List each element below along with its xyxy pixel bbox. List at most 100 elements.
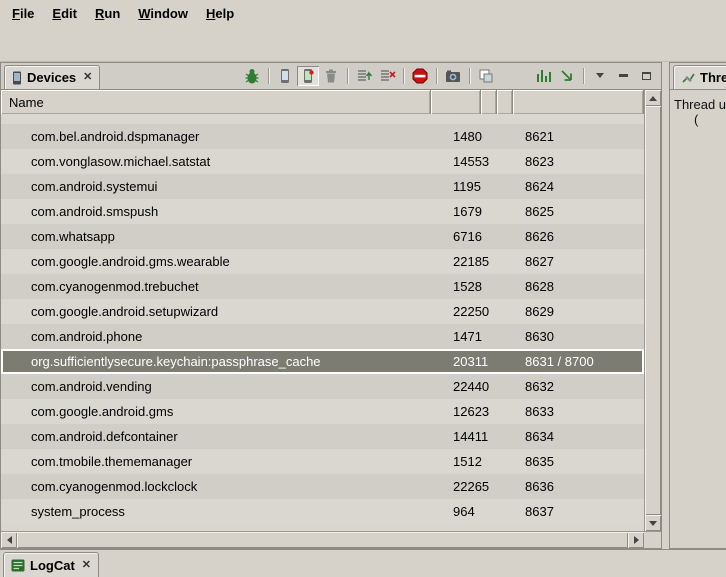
start-method-profiling-button[interactable] [533,66,555,86]
table-row[interactable]: com.cyanogenmod.lockclock 22265 8636 [1,474,644,499]
threads-message-line1: Thread up [670,97,726,112]
menubar: File Edit Run Window Help [0,0,726,26]
process-name: com.google.android.gms [1,404,431,419]
process-name: com.vonglasow.michael.satstat [1,154,431,169]
table-row[interactable]: com.android.systemui 1195 8624 [1,174,644,199]
pane-sash[interactable] [662,62,669,549]
process-pid: 22250 [453,304,489,319]
toolbar-separator [347,68,348,84]
process-name: com.android.defcontainer [1,429,431,444]
process-port: 8630 [525,329,554,344]
table-row[interactable]: com.android.smspush 1679 8625 [1,199,644,224]
tab-devices-label: Devices [27,70,76,85]
close-icon[interactable]: ✕ [82,560,91,571]
table-row[interactable]: com.cyanogenmod.trebuchet 1528 8628 [1,274,644,299]
column-header-a[interactable] [481,90,497,114]
tab-threads[interactable]: Threads [673,65,726,89]
screen-capture-button[interactable] [442,66,464,86]
network-statistics-button[interactable] [556,66,578,86]
devices-toolbar [241,62,661,89]
dump-view-hierarchy-button[interactable] [475,66,497,86]
stop-process-button[interactable] [409,66,431,86]
toolbar-separator [583,68,584,84]
arrow-down-icon [649,521,657,526]
table-row[interactable]: system_process 964 8637 [1,499,644,524]
horizontal-scrollbar[interactable] [1,531,661,548]
maximize-icon [642,72,651,80]
process-name: com.android.phone [1,329,431,344]
process-pid: 14553 [453,154,489,169]
table-row[interactable]: com.bel.android.dspmanager 1480 8621 [1,124,644,149]
menu-edit[interactable]: Edit [43,2,86,25]
cause-gc-icon [322,67,340,85]
process-port: 8626 [525,229,554,244]
process-port: 8624 [525,179,554,194]
process-pid: 1679 [453,204,482,219]
process-port: 8635 [525,454,554,469]
cause-gc-button[interactable] [320,66,342,86]
vertical-scroll-thumb[interactable] [645,106,661,515]
scrollbar-corner [644,532,661,548]
toolbar-separator [403,68,404,84]
table-row[interactable]: com.android.defcontainer 14411 8634 [1,424,644,449]
view-menu-button[interactable] [589,66,611,86]
toolbar-separator [436,68,437,84]
column-header-b[interactable] [497,90,513,114]
menu-help[interactable]: Help [197,2,243,25]
process-port: 8623 [525,154,554,169]
menu-run[interactable]: Run [86,2,129,25]
table-row[interactable]: com.android.phone 1471 8630 [1,324,644,349]
column-header-pid[interactable] [431,90,481,114]
close-icon[interactable]: ✕ [83,72,92,83]
minimize-view-button[interactable] [612,66,634,86]
table-row[interactable]: com.tmobile.thememanager 1512 8635 [1,449,644,474]
scroll-up-button[interactable] [645,90,661,106]
tab-logcat[interactable]: LogCat ✕ [3,552,99,577]
table-row-selected[interactable]: org.sufficientlysecure.keychain:passphra… [1,349,644,374]
scroll-right-button[interactable] [628,532,644,548]
table-row[interactable]: com.google.android.gms.wearable 22185 86… [1,249,644,274]
table-row[interactable]: com.whatsapp 6716 8626 [1,224,644,249]
column-header-port[interactable] [513,90,644,114]
process-name: system_process [1,504,431,519]
scroll-down-button[interactable] [645,515,661,531]
table-row[interactable]: com.android.vending 22440 8632 [1,374,644,399]
process-port: 8625 [525,204,554,219]
process-port: 8636 [525,479,554,494]
maximize-view-button[interactable] [635,66,657,86]
table-row[interactable]: com.vonglasow.michael.satstat 14553 8623 [1,149,644,174]
process-port: 8629 [525,304,554,319]
process-pid: 1528 [453,279,482,294]
process-name: com.cyanogenmod.lockclock [1,479,431,494]
arrow-up-icon [649,96,657,101]
process-pid: 1471 [453,329,482,344]
table-row[interactable]: com.google.android.setupwizard 22250 862… [1,299,644,324]
minimize-icon [619,74,628,77]
devices-tabbar: Devices ✕ [1,63,661,90]
debug-process-button[interactable] [241,66,263,86]
process-pid: 6716 [453,229,482,244]
menu-window[interactable]: Window [129,2,197,25]
process-name: com.android.vending [1,379,431,394]
dump-hprof-icon [299,67,317,85]
scroll-left-button[interactable] [1,532,17,548]
main-area: Devices ✕ [0,62,726,549]
process-port: 8627 [525,254,554,269]
menu-file[interactable]: File [3,2,43,25]
table-header: Name [1,90,644,114]
horizontal-scroll-thumb[interactable] [17,532,628,548]
threads-icon [681,71,695,85]
process-pid: 1195 [453,179,481,194]
vertical-scrollbar[interactable] [644,90,661,531]
update-threads-button[interactable] [353,66,375,86]
tab-devices[interactable]: Devices ✕ [4,65,100,89]
dump-hprof-button[interactable] [297,66,319,86]
column-header-name[interactable]: Name [1,90,431,114]
threads-message-line2: ( [670,112,726,127]
update-heap-button[interactable] [274,66,296,86]
toolbar-separator [469,68,470,84]
threads-message: Thread up ( [670,90,726,548]
stop-threads-button[interactable] [376,66,398,86]
table-row[interactable]: com.google.android.gms 12623 8633 [1,399,644,424]
process-pid: 14411 [453,429,488,444]
